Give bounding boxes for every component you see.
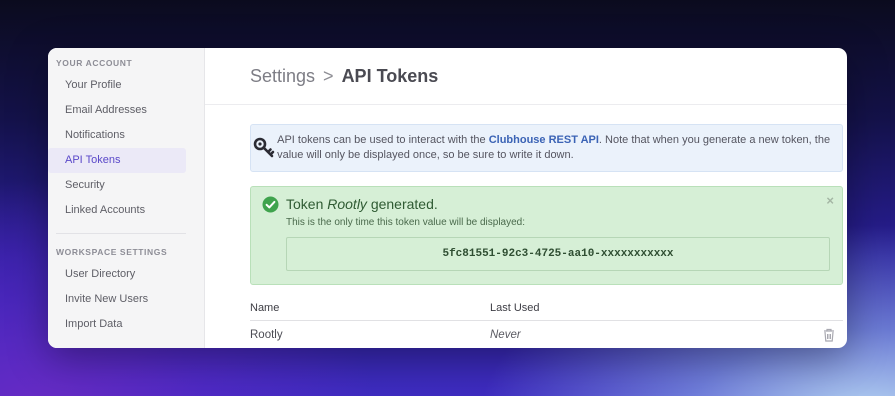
sidebar-item-your-profile[interactable]: Your Profile — [48, 73, 186, 98]
workspace-section-title: WORKSPACE SETTINGS — [56, 247, 168, 257]
success-title: Token Rootly generated. — [286, 196, 438, 212]
check-circle-icon — [262, 196, 279, 218]
table-header: Name Last Used — [250, 298, 843, 321]
sidebar-item-security[interactable]: Security — [48, 173, 186, 198]
close-icon[interactable]: × — [826, 193, 834, 208]
breadcrumb-settings[interactable]: Settings — [250, 66, 315, 87]
sidebar-divider — [56, 233, 186, 234]
breadcrumb: Settings > API Tokens — [205, 48, 847, 105]
account-section-title: YOUR ACCOUNT — [56, 58, 133, 68]
success-title-prefix: Token — [286, 196, 328, 212]
column-header-last-used: Last Used — [490, 302, 540, 314]
key-icon — [251, 136, 277, 160]
table-row: Rootly Never — [250, 321, 843, 348]
sidebar-item-user-directory[interactable]: User Directory — [48, 262, 186, 287]
sidebar-item-notifications[interactable]: Notifications — [48, 123, 186, 148]
tokens-table: Name Last Used Rootly Never — [250, 298, 843, 348]
info-text-before: API tokens can be used to interact with … — [277, 134, 489, 146]
token-success-notice: Token Rootly generated. This is the only… — [250, 186, 843, 285]
sidebar-item-linked-accounts[interactable]: Linked Accounts — [48, 198, 186, 223]
api-info-notice: API tokens can be used to interact with … — [250, 124, 843, 172]
token-name: Rootly — [327, 196, 367, 212]
main-content: Settings > API Tokens API tokens can be … — [205, 48, 847, 348]
info-text: API tokens can be used to interact with … — [277, 133, 842, 163]
success-subtitle: This is the only time this token value w… — [286, 217, 526, 228]
sidebar-item-api-tokens[interactable]: API Tokens — [48, 148, 186, 173]
page-title: API Tokens — [341, 65, 439, 86]
trash-icon[interactable] — [823, 328, 835, 345]
token-row-name: Rootly — [250, 329, 283, 341]
column-header-name: Name — [250, 302, 280, 314]
rest-api-link[interactable]: Clubhouse REST API — [489, 134, 599, 146]
breadcrumb-separator: > — [323, 65, 334, 86]
settings-sidebar: YOUR ACCOUNT Your Profile Email Addresse… — [48, 48, 205, 348]
sidebar-item-invite-new-users[interactable]: Invite New Users — [48, 287, 186, 312]
token-row-last-used: Never — [490, 329, 521, 341]
token-value-field[interactable]: 5fc81551-92c3-4725-aa10-xxxxxxxxxxx — [286, 237, 830, 271]
success-title-suffix: generated. — [366, 196, 438, 212]
sidebar-item-import-data[interactable]: Import Data — [48, 312, 186, 337]
settings-window: YOUR ACCOUNT Your Profile Email Addresse… — [48, 48, 847, 348]
sidebar-item-email-addresses[interactable]: Email Addresses — [48, 98, 186, 123]
